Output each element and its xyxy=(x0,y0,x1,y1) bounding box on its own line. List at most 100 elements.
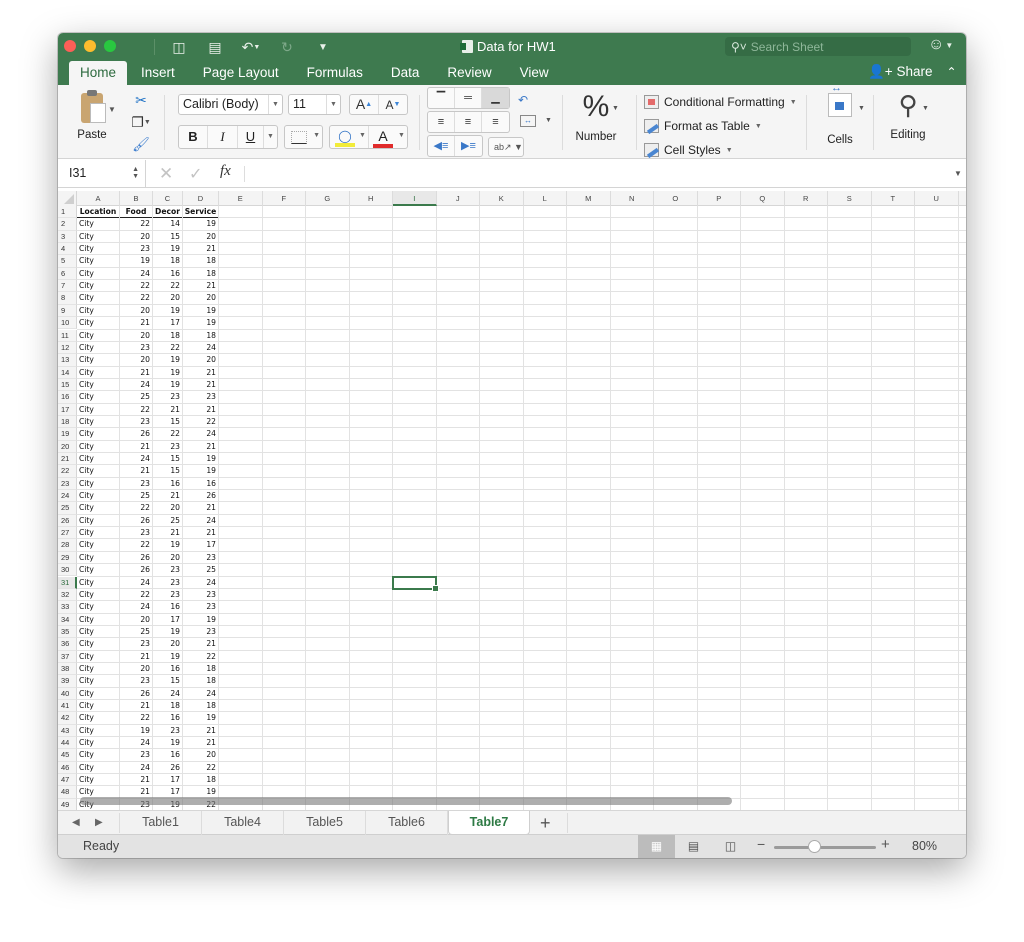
table-cell[interactable]: 22 xyxy=(120,539,152,551)
table-cell[interactable]: 20 xyxy=(183,292,218,304)
row-header[interactable]: 16 xyxy=(58,391,77,404)
table-cell[interactable]: 23 xyxy=(183,589,218,601)
table-cell[interactable]: 25 xyxy=(120,490,152,502)
table-cell[interactable]: 24 xyxy=(120,737,152,749)
table-cell[interactable]: 21 xyxy=(183,737,218,749)
minimize-window-button[interactable] xyxy=(84,40,96,52)
align-center-button[interactable]: ≡ xyxy=(455,112,482,132)
table-cell[interactable]: 18 xyxy=(153,330,182,342)
table-cell[interactable]: 21 xyxy=(153,404,182,416)
column-header-l[interactable]: L xyxy=(524,191,567,206)
table-cell[interactable]: City xyxy=(77,749,119,761)
column-title-cell[interactable]: Decor xyxy=(153,206,182,218)
underline-button[interactable]: U xyxy=(238,126,264,148)
table-cell[interactable]: City xyxy=(77,305,119,317)
table-cell[interactable]: City xyxy=(77,391,119,403)
table-cell[interactable]: 21 xyxy=(120,774,152,786)
table-cell[interactable]: 22 xyxy=(120,589,152,601)
table-cell[interactable]: City xyxy=(77,330,119,342)
bold-button[interactable]: B xyxy=(179,126,208,148)
table-cell[interactable]: 20 xyxy=(153,502,182,514)
table-cell[interactable]: 20 xyxy=(153,638,182,650)
table-cell[interactable]: 26 xyxy=(183,490,218,502)
table-cell[interactable]: 18 xyxy=(153,255,182,267)
cancel-formula-icon[interactable]: ✕ xyxy=(159,164,173,184)
row-header[interactable]: 34 xyxy=(58,613,77,626)
table-cell[interactable]: 26 xyxy=(120,564,152,576)
table-cell[interactable]: City xyxy=(77,614,119,626)
maximize-window-button[interactable] xyxy=(104,40,116,52)
row-header[interactable]: 26 xyxy=(58,514,77,528)
table-cell[interactable]: City xyxy=(77,292,119,304)
align-middle-button[interactable]: ═ xyxy=(455,88,482,108)
table-cell[interactable]: 22 xyxy=(120,218,152,230)
table-cell[interactable]: 19 xyxy=(153,626,182,638)
row-header[interactable]: 28 xyxy=(58,539,77,552)
column-header-p[interactable]: P xyxy=(698,191,741,206)
table-cell[interactable]: City xyxy=(77,268,119,280)
table-cell[interactable]: 20 xyxy=(120,305,152,317)
add-sheet-button[interactable]: + xyxy=(540,812,551,834)
row-header[interactable]: 10 xyxy=(58,317,77,330)
table-cell[interactable]: 23 xyxy=(153,564,182,576)
confirm-formula-icon[interactable]: ✓ xyxy=(189,164,202,184)
zoom-slider-thumb[interactable] xyxy=(807,840,821,853)
table-cell[interactable]: 21 xyxy=(183,527,218,539)
table-cell[interactable]: 16 xyxy=(153,749,182,761)
table-cell[interactable]: 21 xyxy=(153,527,182,539)
table-cell[interactable]: 22 xyxy=(183,416,218,428)
tab-data[interactable]: Data xyxy=(377,61,434,85)
column-header-s[interactable]: S xyxy=(828,191,872,206)
table-cell[interactable]: City xyxy=(77,725,119,737)
next-sheet-icon[interactable]: ▶ xyxy=(95,817,103,828)
row-header[interactable]: 2 xyxy=(58,218,77,231)
column-header-q[interactable]: Q xyxy=(741,191,785,206)
table-cell[interactable]: 19 xyxy=(183,712,218,724)
table-cell[interactable]: City xyxy=(77,243,119,255)
column-header-f[interactable]: F xyxy=(263,191,306,206)
merge-center-icon[interactable]: ↔ xyxy=(520,115,536,127)
table-cell[interactable]: 21 xyxy=(120,317,152,329)
table-cell[interactable]: City xyxy=(77,638,119,650)
borders-button[interactable]: ▼ xyxy=(284,125,323,149)
table-cell[interactable]: 21 xyxy=(183,243,218,255)
close-window-button[interactable] xyxy=(64,40,76,52)
table-cell[interactable]: 22 xyxy=(183,651,218,663)
zoom-out-button[interactable]: − xyxy=(757,836,765,852)
table-cell[interactable]: City xyxy=(77,317,119,329)
column-header-k[interactable]: K xyxy=(480,191,524,206)
row-header[interactable]: 24 xyxy=(58,490,77,503)
search-sheet-field[interactable]: ⚲˅ Search Sheet xyxy=(725,37,911,56)
row-header[interactable]: 49 xyxy=(58,798,77,810)
table-cell[interactable]: 19 xyxy=(153,379,182,391)
table-cell[interactable]: City xyxy=(77,416,119,428)
table-cell[interactable]: 24 xyxy=(120,379,152,391)
merge-options-caret[interactable]: ▼ xyxy=(545,117,552,124)
sheet-tab-table1[interactable]: Table1 xyxy=(120,811,202,835)
column-header-h[interactable]: H xyxy=(350,191,393,206)
decrease-font-size-button[interactable]: A▼ xyxy=(378,95,407,114)
tab-review[interactable]: Review xyxy=(433,61,505,85)
column-header-n[interactable]: N xyxy=(611,191,654,206)
table-cell[interactable]: City xyxy=(77,255,119,267)
sheet-tab-table6[interactable]: Table6 xyxy=(366,811,448,835)
table-cell[interactable]: 26 xyxy=(120,552,152,564)
spreadsheet-grid[interactable]: A B C D E F G H I J K L M N O P Q R S T U 1 Location Food Decor S… xyxy=(58,189,966,810)
table-cell[interactable]: 19 xyxy=(153,305,182,317)
row-header[interactable]: 37 xyxy=(58,650,77,663)
table-cell[interactable]: 19 xyxy=(153,651,182,663)
row-header[interactable]: 38 xyxy=(58,662,77,676)
table-cell[interactable]: 21 xyxy=(183,367,218,379)
table-cell[interactable]: 22 xyxy=(120,280,152,292)
sheet-tab-table4[interactable]: Table4 xyxy=(202,811,284,835)
row-header[interactable]: 23 xyxy=(58,477,77,491)
table-cell[interactable]: 15 xyxy=(153,231,182,243)
table-cell[interactable]: 21 xyxy=(153,490,182,502)
table-cell[interactable]: 23 xyxy=(120,416,152,428)
row-header[interactable]: 48 xyxy=(58,786,77,799)
row-header[interactable]: 43 xyxy=(58,724,77,738)
cell-styles-button[interactable]: Cell Styles ▼ xyxy=(644,138,804,162)
table-cell[interactable]: 24 xyxy=(183,428,218,440)
page-break-view-button[interactable]: ◫ xyxy=(712,835,749,858)
table-cell[interactable]: 26 xyxy=(120,428,152,440)
